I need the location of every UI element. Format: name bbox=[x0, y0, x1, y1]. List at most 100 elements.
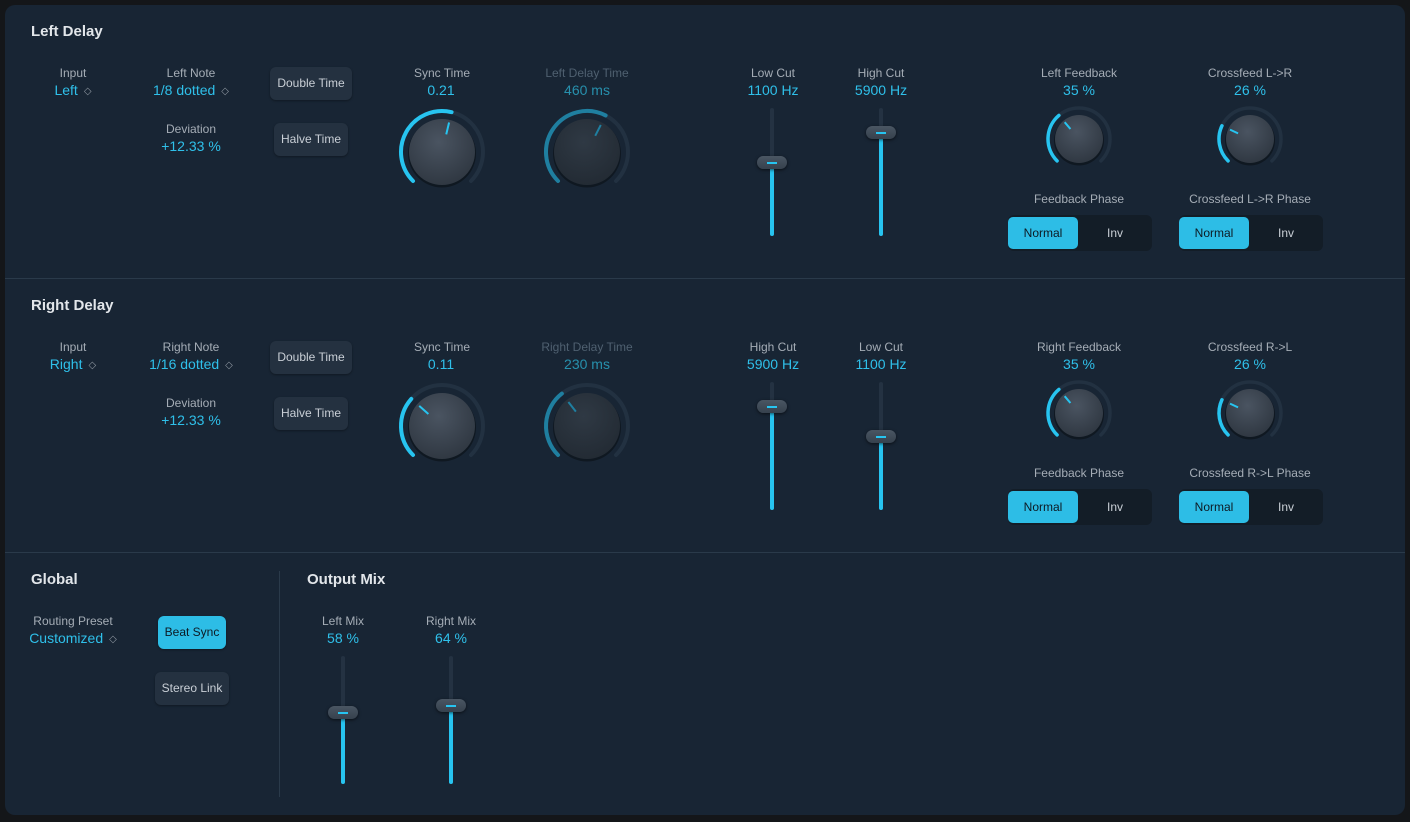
slider-thumb[interactable] bbox=[757, 156, 787, 169]
routing-preset-popup[interactable]: Customized ◇ bbox=[29, 630, 117, 646]
up-down-chevron-icon: ◇ bbox=[83, 86, 92, 97]
delay-time-knob[interactable] bbox=[542, 381, 632, 471]
low-cut-label: Low Cut bbox=[750, 66, 796, 80]
section-title: Global bbox=[31, 571, 78, 588]
feedback-phase-toggle: Normal Inv bbox=[1008, 215, 1152, 251]
note-popup[interactable]: 1/16 dotted ◇ bbox=[149, 356, 233, 372]
low-cut-slider[interactable] bbox=[866, 382, 896, 510]
note-popup[interactable]: 1/8 dotted ◇ bbox=[153, 82, 229, 98]
crossfeed-value: 26 % bbox=[1234, 356, 1266, 372]
knob-body bbox=[554, 119, 620, 185]
crossfeed-phase-normal[interactable]: Normal bbox=[1179, 491, 1249, 523]
feedback-phase-inv[interactable]: Inv bbox=[1080, 491, 1150, 523]
crossfeed-phase-normal[interactable]: Normal bbox=[1179, 217, 1249, 249]
sync-time-value: 0.21 bbox=[427, 82, 455, 98]
deviation-value: +12.33 % bbox=[161, 138, 221, 154]
feedback-phase-normal[interactable]: Normal bbox=[1008, 491, 1078, 523]
halve-time-button[interactable]: Halve Time bbox=[274, 397, 348, 430]
input-label: Input bbox=[59, 66, 87, 80]
up-down-chevron-icon: ◇ bbox=[88, 360, 97, 371]
up-down-chevron-icon: ◇ bbox=[225, 360, 233, 371]
feedback-phase-normal[interactable]: Normal bbox=[1008, 217, 1078, 249]
slider-thumb[interactable] bbox=[757, 400, 787, 413]
halve-time-button[interactable]: Halve Time bbox=[274, 123, 348, 156]
beat-sync-button[interactable]: Beat Sync bbox=[158, 616, 226, 649]
high-cut-slider[interactable] bbox=[757, 382, 787, 510]
knob-body bbox=[409, 119, 475, 185]
section-divider bbox=[5, 552, 1405, 553]
crossfeed-phase-inv[interactable]: Inv bbox=[1251, 491, 1321, 523]
delay-time-value: 460 ms bbox=[564, 82, 610, 98]
low-cut-label: Low Cut bbox=[858, 340, 904, 354]
slider-fill bbox=[879, 436, 883, 510]
feedback-phase-toggle: Normal Inv bbox=[1008, 489, 1152, 525]
crossfeed-phase-toggle: Normal Inv bbox=[1179, 215, 1323, 251]
deviation-label: Deviation bbox=[165, 396, 217, 410]
left-mix-label: Left Mix bbox=[321, 614, 365, 628]
crossfeed-knob[interactable] bbox=[1215, 104, 1285, 174]
slider-thumb[interactable] bbox=[866, 126, 896, 139]
crossfeed-value: 26 % bbox=[1234, 82, 1266, 98]
feedback-knob[interactable] bbox=[1044, 104, 1114, 174]
routing-preset-label: Routing Preset bbox=[33, 614, 113, 628]
section-title: Left Delay bbox=[31, 23, 103, 40]
low-cut-slider[interactable] bbox=[757, 108, 787, 236]
feedback-phase-inv[interactable]: Inv bbox=[1080, 217, 1150, 249]
feedback-knob[interactable] bbox=[1044, 378, 1114, 448]
routing-preset-value: Customized bbox=[29, 630, 104, 646]
feedback-phase-label: Feedback Phase bbox=[1033, 192, 1125, 206]
high-cut-slider[interactable] bbox=[866, 108, 896, 236]
right-mix-slider[interactable] bbox=[436, 656, 466, 784]
crossfeed-knob[interactable] bbox=[1215, 378, 1285, 448]
stereo-link-button[interactable]: Stereo Link bbox=[155, 672, 229, 705]
knob-body bbox=[1055, 389, 1103, 437]
feedback-label: Left Feedback bbox=[1040, 66, 1118, 80]
double-time-button[interactable]: Double Time bbox=[270, 67, 352, 100]
delay-time-knob[interactable] bbox=[542, 107, 632, 197]
thumb-marker bbox=[338, 712, 348, 715]
section-divider bbox=[279, 571, 280, 797]
feedback-value: 35 % bbox=[1063, 356, 1095, 372]
note-label: Right Note bbox=[162, 340, 220, 354]
note-value: 1/16 dotted bbox=[149, 356, 220, 372]
thumb-marker bbox=[767, 406, 777, 408]
delay-time-label: Left Delay Time bbox=[545, 66, 629, 80]
feedback-label: Right Feedback bbox=[1036, 340, 1122, 354]
high-cut-label: High Cut bbox=[749, 340, 797, 354]
slider-thumb[interactable] bbox=[866, 430, 896, 443]
up-down-chevron-icon: ◇ bbox=[221, 86, 229, 97]
thumb-marker bbox=[446, 705, 456, 708]
note-value: 1/8 dotted bbox=[153, 82, 216, 98]
knob-body bbox=[1226, 389, 1274, 437]
thumb-marker bbox=[876, 132, 886, 134]
slider-thumb[interactable] bbox=[436, 699, 466, 713]
left-mix-value: 58 % bbox=[327, 630, 359, 646]
slider-fill bbox=[770, 162, 774, 236]
double-time-button[interactable]: Double Time bbox=[270, 341, 352, 374]
sync-time-value: 0.11 bbox=[427, 356, 455, 372]
section-title: Output Mix bbox=[307, 571, 386, 588]
input-label: Input bbox=[59, 340, 87, 354]
slider-fill bbox=[449, 705, 453, 784]
left-mix-slider[interactable] bbox=[328, 656, 358, 784]
crossfeed-phase-label: Crossfeed R->L Phase bbox=[1189, 466, 1311, 480]
input-popup[interactable]: Left ◇ bbox=[54, 82, 91, 98]
sync-time-label: Sync Time bbox=[413, 66, 471, 80]
crossfeed-label: Crossfeed R->L bbox=[1207, 340, 1293, 354]
thumb-marker bbox=[876, 436, 886, 438]
high-cut-value: 5900 Hz bbox=[746, 356, 800, 372]
input-value: Left bbox=[54, 82, 78, 98]
slider-thumb[interactable] bbox=[328, 706, 358, 720]
crossfeed-phase-inv[interactable]: Inv bbox=[1251, 217, 1321, 249]
input-popup[interactable]: Right ◇ bbox=[50, 356, 96, 372]
knob-body bbox=[409, 393, 475, 459]
sync-time-knob[interactable] bbox=[397, 381, 487, 471]
sync-time-knob[interactable] bbox=[397, 107, 487, 197]
crossfeed-label: Crossfeed L->R bbox=[1207, 66, 1293, 80]
delay-plugin-panel: Left Delay Input Left ◇ Left Note 1/8 dot… bbox=[5, 5, 1405, 815]
low-cut-value: 1100 Hz bbox=[855, 356, 907, 372]
knob-body bbox=[554, 393, 620, 459]
right-mix-value: 64 % bbox=[435, 630, 467, 646]
thumb-marker bbox=[767, 162, 777, 164]
crossfeed-phase-toggle: Normal Inv bbox=[1179, 489, 1323, 525]
